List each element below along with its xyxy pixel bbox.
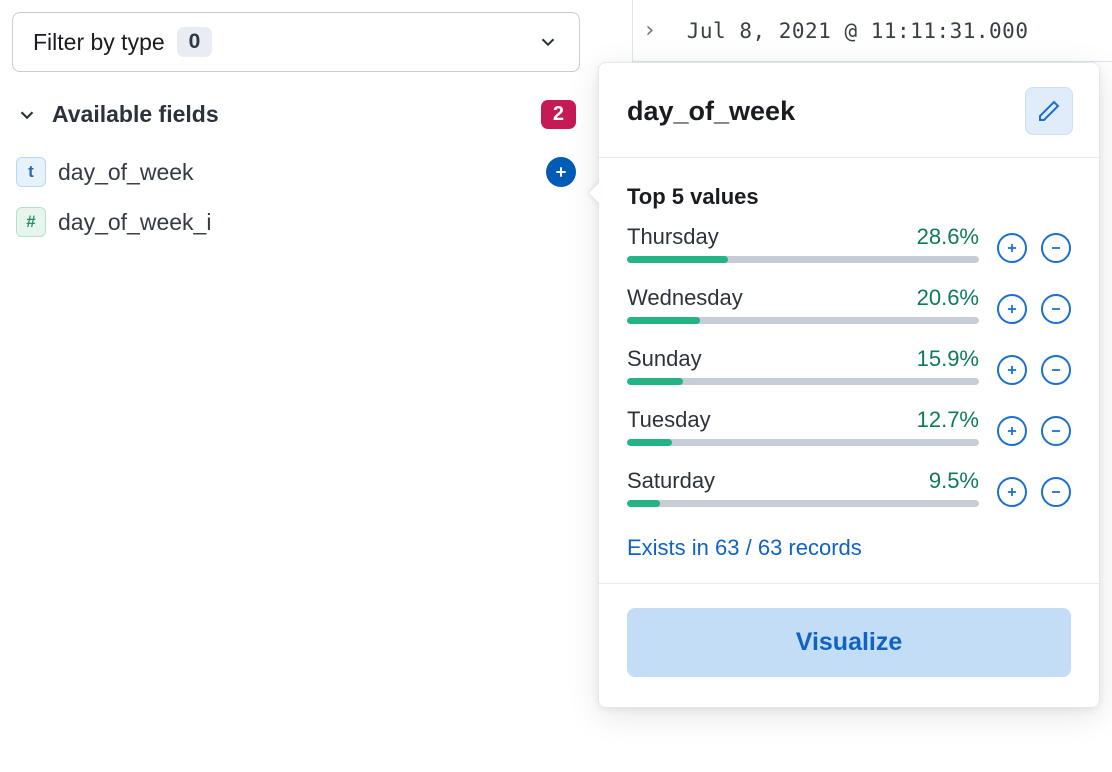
value-row: Sunday 15.9% [627,346,1071,403]
plus-icon [1005,241,1019,255]
minus-icon [1049,302,1063,316]
add-field-button[interactable] [546,157,576,187]
chevron-down-icon [16,104,38,126]
expand-caret-icon[interactable]: › [643,18,657,43]
visualize-button[interactable]: Visualize [627,608,1071,677]
value-percent: 28.6% [917,224,979,250]
field-item-day_of_week_i[interactable]: # day_of_week_i [12,197,580,247]
popover-field-name: day_of_week [627,96,795,127]
filter-by-type-dropdown[interactable]: Filter by type 0 [12,12,580,72]
document-row[interactable]: › Jul 8, 2021 @ 11:11:31.000 [632,0,1112,62]
plus-icon [1005,424,1019,438]
filter-out-value-button[interactable] [1041,416,1071,446]
pencil-icon [1037,99,1061,123]
plus-icon [1005,485,1019,499]
edit-field-button[interactable] [1025,87,1073,135]
filter-for-value-button[interactable] [997,416,1027,446]
chevron-down-icon [537,31,559,53]
field-label: day_of_week [58,159,534,186]
filter-out-value-button[interactable] [1041,233,1071,263]
available-fields-header[interactable]: Available fields 2 [12,100,580,129]
minus-icon [1049,485,1063,499]
value-name: Wednesday [627,285,743,311]
value-row: Saturday 9.5% [627,468,1071,525]
plus-icon [1005,363,1019,377]
value-bar [627,378,979,385]
value-name: Saturday [627,468,715,494]
field-label: day_of_week_i [58,209,576,236]
value-row: Tuesday 12.7% [627,407,1071,464]
value-row: Thursday 28.6% [627,224,1071,281]
field-type-badge: # [16,207,46,237]
value-percent: 15.9% [917,346,979,372]
top-values-heading: Top 5 values [627,184,1071,210]
filter-for-value-button[interactable] [997,477,1027,507]
value-percent: 9.5% [929,468,979,494]
filter-for-value-button[interactable] [997,233,1027,263]
value-bar [627,256,979,263]
value-name: Tuesday [627,407,711,433]
available-fields-title: Available fields [52,101,219,128]
filter-out-value-button[interactable] [1041,477,1071,507]
value-bar [627,500,979,507]
plus-icon [553,164,569,180]
plus-icon [1005,302,1019,316]
minus-icon [1049,241,1063,255]
value-percent: 20.6% [917,285,979,311]
value-bar [627,317,979,324]
value-name: Sunday [627,346,702,372]
available-fields-count-badge: 2 [541,100,576,129]
filter-out-value-button[interactable] [1041,294,1071,324]
filter-for-value-button[interactable] [997,355,1027,385]
minus-icon [1049,363,1063,377]
document-timestamp: Jul 8, 2021 @ 11:11:31.000 [687,19,1029,43]
filter-out-value-button[interactable] [1041,355,1071,385]
value-name: Thursday [627,224,719,250]
field-type-badge: t [16,157,46,187]
value-row: Wednesday 20.6% [627,285,1071,342]
value-percent: 12.7% [917,407,979,433]
filter-for-value-button[interactable] [997,294,1027,324]
filter-by-type-label: Filter by type [33,29,165,56]
minus-icon [1049,424,1063,438]
filter-by-type-count-badge: 0 [177,27,213,57]
value-bar [627,439,979,446]
field-stats-popover: day_of_week Top 5 values Thursday 28.6% We… [598,62,1100,708]
popover-arrow [589,181,601,205]
exists-in-records-link[interactable]: Exists in 63 / 63 records [627,535,862,561]
field-item-day_of_week[interactable]: t day_of_week [12,147,580,197]
